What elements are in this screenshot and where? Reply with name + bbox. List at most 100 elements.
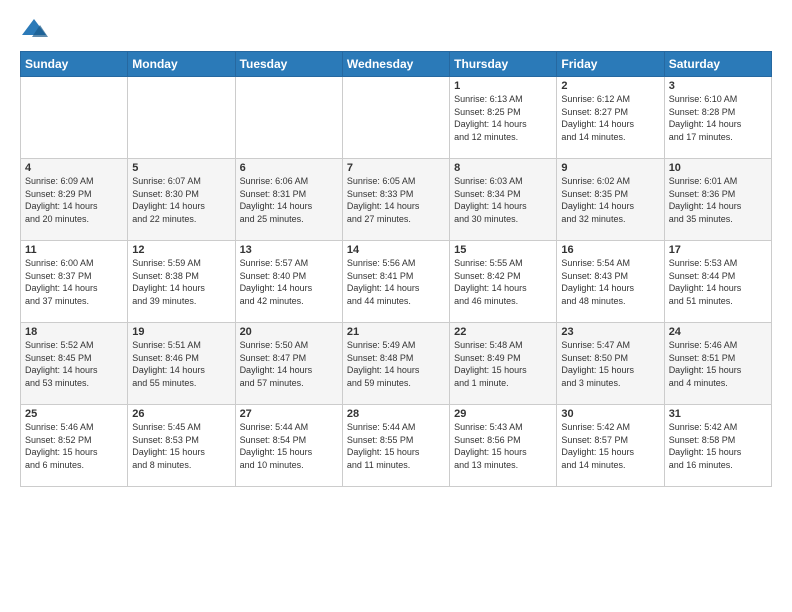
week-row-5: 25Sunrise: 5:46 AM Sunset: 8:52 PM Dayli…: [21, 405, 772, 487]
day-cell: 21Sunrise: 5:49 AM Sunset: 8:48 PM Dayli…: [342, 323, 449, 405]
day-info: Sunrise: 6:13 AM Sunset: 8:25 PM Dayligh…: [454, 93, 552, 143]
day-info: Sunrise: 6:00 AM Sunset: 8:37 PM Dayligh…: [25, 257, 123, 307]
day-number: 5: [132, 162, 230, 174]
day-info: Sunrise: 5:44 AM Sunset: 8:55 PM Dayligh…: [347, 421, 445, 471]
weekday-header-monday: Monday: [128, 52, 235, 77]
day-number: 19: [132, 326, 230, 338]
day-number: 30: [561, 408, 659, 420]
day-info: Sunrise: 5:46 AM Sunset: 8:52 PM Dayligh…: [25, 421, 123, 471]
week-row-3: 11Sunrise: 6:00 AM Sunset: 8:37 PM Dayli…: [21, 241, 772, 323]
day-number: 3: [669, 80, 767, 92]
day-number: 24: [669, 326, 767, 338]
calendar: SundayMondayTuesdayWednesdayThursdayFrid…: [20, 51, 772, 487]
day-info: Sunrise: 5:45 AM Sunset: 8:53 PM Dayligh…: [132, 421, 230, 471]
day-cell: 31Sunrise: 5:42 AM Sunset: 8:58 PM Dayli…: [664, 405, 771, 487]
day-number: 16: [561, 244, 659, 256]
day-cell: 29Sunrise: 5:43 AM Sunset: 8:56 PM Dayli…: [450, 405, 557, 487]
day-number: 2: [561, 80, 659, 92]
day-info: Sunrise: 6:01 AM Sunset: 8:36 PM Dayligh…: [669, 175, 767, 225]
day-number: 22: [454, 326, 552, 338]
day-cell: 16Sunrise: 5:54 AM Sunset: 8:43 PM Dayli…: [557, 241, 664, 323]
day-number: 9: [561, 162, 659, 174]
day-cell: 23Sunrise: 5:47 AM Sunset: 8:50 PM Dayli…: [557, 323, 664, 405]
day-cell: 5Sunrise: 6:07 AM Sunset: 8:30 PM Daylig…: [128, 159, 235, 241]
day-number: 8: [454, 162, 552, 174]
day-number: 26: [132, 408, 230, 420]
day-number: 11: [25, 244, 123, 256]
day-cell: 13Sunrise: 5:57 AM Sunset: 8:40 PM Dayli…: [235, 241, 342, 323]
day-info: Sunrise: 5:43 AM Sunset: 8:56 PM Dayligh…: [454, 421, 552, 471]
day-number: 27: [240, 408, 338, 420]
day-cell: 9Sunrise: 6:02 AM Sunset: 8:35 PM Daylig…: [557, 159, 664, 241]
day-info: Sunrise: 6:10 AM Sunset: 8:28 PM Dayligh…: [669, 93, 767, 143]
header: [20, 15, 772, 43]
day-cell: 30Sunrise: 5:42 AM Sunset: 8:57 PM Dayli…: [557, 405, 664, 487]
weekday-header-wednesday: Wednesday: [342, 52, 449, 77]
day-info: Sunrise: 5:53 AM Sunset: 8:44 PM Dayligh…: [669, 257, 767, 307]
day-number: 29: [454, 408, 552, 420]
day-info: Sunrise: 6:07 AM Sunset: 8:30 PM Dayligh…: [132, 175, 230, 225]
day-info: Sunrise: 5:55 AM Sunset: 8:42 PM Dayligh…: [454, 257, 552, 307]
day-number: 13: [240, 244, 338, 256]
day-info: Sunrise: 6:03 AM Sunset: 8:34 PM Dayligh…: [454, 175, 552, 225]
weekday-header-thursday: Thursday: [450, 52, 557, 77]
day-number: 10: [669, 162, 767, 174]
day-cell: 28Sunrise: 5:44 AM Sunset: 8:55 PM Dayli…: [342, 405, 449, 487]
day-number: 14: [347, 244, 445, 256]
day-cell: 1Sunrise: 6:13 AM Sunset: 8:25 PM Daylig…: [450, 77, 557, 159]
week-row-1: 1Sunrise: 6:13 AM Sunset: 8:25 PM Daylig…: [21, 77, 772, 159]
day-cell: 2Sunrise: 6:12 AM Sunset: 8:27 PM Daylig…: [557, 77, 664, 159]
day-cell: [21, 77, 128, 159]
day-info: Sunrise: 6:09 AM Sunset: 8:29 PM Dayligh…: [25, 175, 123, 225]
day-number: 6: [240, 162, 338, 174]
day-info: Sunrise: 5:59 AM Sunset: 8:38 PM Dayligh…: [132, 257, 230, 307]
day-info: Sunrise: 5:56 AM Sunset: 8:41 PM Dayligh…: [347, 257, 445, 307]
weekday-header-tuesday: Tuesday: [235, 52, 342, 77]
weekday-header-row: SundayMondayTuesdayWednesdayThursdayFrid…: [21, 52, 772, 77]
week-row-4: 18Sunrise: 5:52 AM Sunset: 8:45 PM Dayli…: [21, 323, 772, 405]
day-number: 21: [347, 326, 445, 338]
day-info: Sunrise: 5:44 AM Sunset: 8:54 PM Dayligh…: [240, 421, 338, 471]
day-number: 17: [669, 244, 767, 256]
day-number: 7: [347, 162, 445, 174]
logo-icon: [20, 15, 48, 43]
day-cell: 19Sunrise: 5:51 AM Sunset: 8:46 PM Dayli…: [128, 323, 235, 405]
day-info: Sunrise: 6:12 AM Sunset: 8:27 PM Dayligh…: [561, 93, 659, 143]
day-info: Sunrise: 5:52 AM Sunset: 8:45 PM Dayligh…: [25, 339, 123, 389]
day-cell: 10Sunrise: 6:01 AM Sunset: 8:36 PM Dayli…: [664, 159, 771, 241]
day-cell: 18Sunrise: 5:52 AM Sunset: 8:45 PM Dayli…: [21, 323, 128, 405]
day-cell: 14Sunrise: 5:56 AM Sunset: 8:41 PM Dayli…: [342, 241, 449, 323]
day-info: Sunrise: 5:51 AM Sunset: 8:46 PM Dayligh…: [132, 339, 230, 389]
day-cell: [342, 77, 449, 159]
day-info: Sunrise: 6:06 AM Sunset: 8:31 PM Dayligh…: [240, 175, 338, 225]
day-number: 28: [347, 408, 445, 420]
day-info: Sunrise: 5:42 AM Sunset: 8:57 PM Dayligh…: [561, 421, 659, 471]
weekday-header-friday: Friday: [557, 52, 664, 77]
day-cell: 6Sunrise: 6:06 AM Sunset: 8:31 PM Daylig…: [235, 159, 342, 241]
day-info: Sunrise: 5:48 AM Sunset: 8:49 PM Dayligh…: [454, 339, 552, 389]
day-cell: 8Sunrise: 6:03 AM Sunset: 8:34 PM Daylig…: [450, 159, 557, 241]
day-cell: 7Sunrise: 6:05 AM Sunset: 8:33 PM Daylig…: [342, 159, 449, 241]
page: SundayMondayTuesdayWednesdayThursdayFrid…: [0, 0, 792, 612]
day-cell: 15Sunrise: 5:55 AM Sunset: 8:42 PM Dayli…: [450, 241, 557, 323]
logo: [20, 15, 52, 43]
day-number: 4: [25, 162, 123, 174]
day-info: Sunrise: 6:05 AM Sunset: 8:33 PM Dayligh…: [347, 175, 445, 225]
day-cell: 11Sunrise: 6:00 AM Sunset: 8:37 PM Dayli…: [21, 241, 128, 323]
day-info: Sunrise: 6:02 AM Sunset: 8:35 PM Dayligh…: [561, 175, 659, 225]
day-cell: [235, 77, 342, 159]
day-cell: 3Sunrise: 6:10 AM Sunset: 8:28 PM Daylig…: [664, 77, 771, 159]
day-cell: 24Sunrise: 5:46 AM Sunset: 8:51 PM Dayli…: [664, 323, 771, 405]
day-number: 25: [25, 408, 123, 420]
week-row-2: 4Sunrise: 6:09 AM Sunset: 8:29 PM Daylig…: [21, 159, 772, 241]
day-cell: [128, 77, 235, 159]
day-number: 18: [25, 326, 123, 338]
day-info: Sunrise: 5:42 AM Sunset: 8:58 PM Dayligh…: [669, 421, 767, 471]
day-cell: 25Sunrise: 5:46 AM Sunset: 8:52 PM Dayli…: [21, 405, 128, 487]
day-info: Sunrise: 5:57 AM Sunset: 8:40 PM Dayligh…: [240, 257, 338, 307]
day-cell: 20Sunrise: 5:50 AM Sunset: 8:47 PM Dayli…: [235, 323, 342, 405]
day-number: 31: [669, 408, 767, 420]
day-cell: 12Sunrise: 5:59 AM Sunset: 8:38 PM Dayli…: [128, 241, 235, 323]
day-number: 12: [132, 244, 230, 256]
weekday-header-saturday: Saturday: [664, 52, 771, 77]
